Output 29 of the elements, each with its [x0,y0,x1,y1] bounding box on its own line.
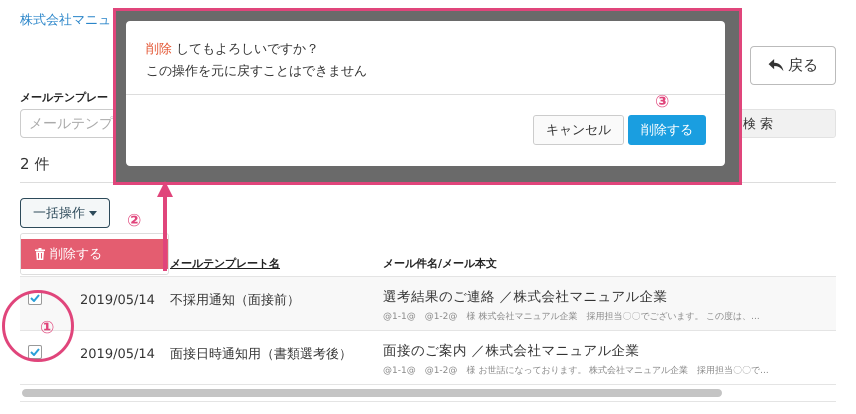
caret-icon [89,210,97,216]
template-name-cell: 不採用通知（面接前） [170,293,300,308]
bulk-action-button[interactable]: 一括操作 [20,198,110,228]
mail-body-preview: @1-1@ @1-2@ 様 株式会社マニュアル企業 採用担当〇〇でございます。 この度は、... [383,310,761,323]
template-name-cell: 面接日時通知用（書類選考後） [170,347,352,362]
confirm-message: 削除 してもよろしいですか？ [146,41,320,59]
warning-message: この操作を元に戻すことはできません [146,63,368,81]
search-label: メールテンプレー [20,90,108,105]
breadcrumb-link[interactable]: 株式会社マニュ [20,12,111,30]
step-number: ③ [655,92,670,112]
step-number: ① [40,318,54,338]
back-button[interactable]: 戻る [750,46,836,85]
mail-subject: 選考結果のご連絡 ／株式会社マニュアル企業 [383,288,668,306]
column-header: メール件名/メール本文 [383,256,498,270]
callout-circle [2,290,74,362]
date-cell: 2019/05/14 [80,293,155,308]
checkmark-icon [30,294,40,302]
reply-icon [768,59,784,72]
mail-subject: 面接のご案内 ／株式会社マニュアル企業 [383,342,640,360]
trash-icon [35,248,45,260]
mail-body-preview: @1-1@ @1-2@ 様 お世話になっております。 株式会社マニュアル企業 採用担当〇〇で... [383,364,770,377]
step-number: ② [127,211,142,231]
column-header[interactable]: メールテンプレート名 [170,256,280,270]
date-cell: 2019/05/14 [80,347,155,362]
checkmark-icon [30,348,40,356]
result-count: 2 件 [20,154,50,174]
horizontal-scrollbar[interactable] [20,387,836,402]
row-checkbox[interactable] [28,345,42,359]
cancel-button[interactable]: キャンセル [533,115,624,145]
